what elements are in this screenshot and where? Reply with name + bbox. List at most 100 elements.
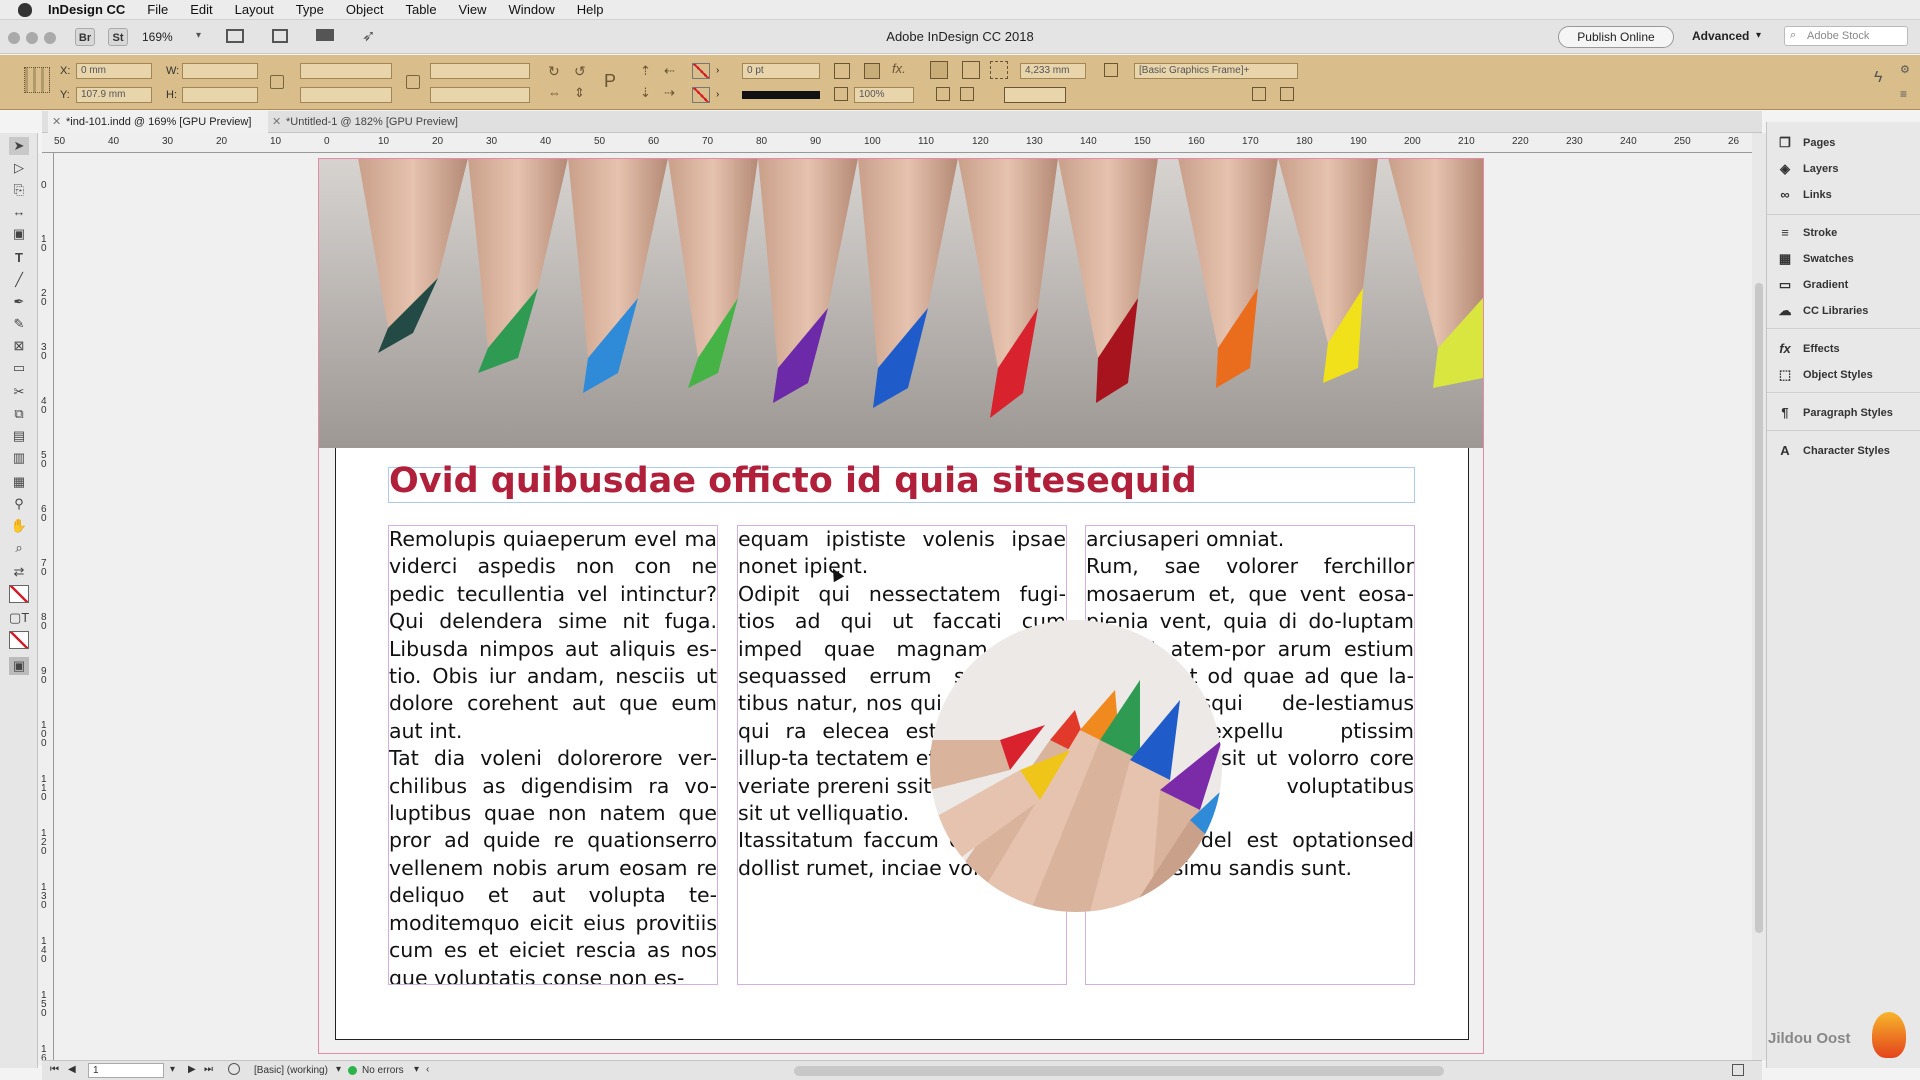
rotation-field[interactable] xyxy=(430,63,530,79)
swap-fill-stroke-icon[interactable]: ⇄ xyxy=(9,563,29,581)
stroke-swatch-icon[interactable] xyxy=(692,87,710,103)
y-field[interactable]: 107.9 mm xyxy=(76,87,152,103)
menu-table[interactable]: Table xyxy=(405,2,436,17)
preflight-profile[interactable]: [Basic] (working) xyxy=(254,1065,328,1076)
apple-icon[interactable] xyxy=(18,2,32,17)
selection-tool-icon[interactable]: ➤ xyxy=(9,137,29,155)
panel-paragraph-styles[interactable]: ¶ Paragraph Styles xyxy=(1777,402,1893,424)
preflight-status[interactable]: No errors xyxy=(362,1065,404,1076)
opacity-field[interactable]: 100% xyxy=(854,87,914,103)
headline[interactable]: Ovid quibusdae officto id quia sitesequi… xyxy=(389,461,1197,501)
select-content-icon[interactable]: ⇣ xyxy=(640,85,651,101)
hand-tool-icon[interactable]: ✋ xyxy=(9,517,29,535)
pencil-tool-icon[interactable]: ✎ xyxy=(9,315,29,333)
menu-window[interactable]: Window xyxy=(509,2,555,17)
zoom-tool-icon[interactable]: ⌕ xyxy=(9,539,29,557)
pen-tool-icon[interactable]: ✒ xyxy=(9,293,29,311)
fill-stroke-icon[interactable] xyxy=(9,585,29,603)
hero-image-pencils[interactable] xyxy=(318,158,1483,448)
note-tool-icon[interactable]: ▦ xyxy=(9,473,29,491)
panel-gradient[interactable]: ▭ Gradient xyxy=(1777,274,1848,296)
x-field[interactable]: 0 mm xyxy=(76,63,152,79)
first-page-icon[interactable]: ⏮ xyxy=(50,1064,59,1075)
tab-ind-101[interactable]: ✕ *ind-101.indd @ 169% [GPU Preview] xyxy=(48,111,268,133)
close-tab-icon[interactable]: ✕ xyxy=(52,111,61,133)
fill-dropdown-icon[interactable]: › xyxy=(716,65,719,76)
flip-vertical-icon[interactable]: ⇕ xyxy=(574,85,585,101)
panel-cc-libraries[interactable]: ☁ CC Libraries xyxy=(1777,300,1869,322)
eyedropper-tool-icon[interactable]: ⚲ xyxy=(9,495,29,513)
stroke-dropdown-icon[interactable]: › xyxy=(716,89,719,100)
height-field[interactable] xyxy=(182,87,258,103)
panel-object-styles[interactable]: ⬚ Object Styles xyxy=(1777,364,1873,386)
stroke-type-selector[interactable] xyxy=(742,91,820,99)
object-style-icon[interactable] xyxy=(1104,63,1118,77)
gap-tool-icon[interactable]: ↔ xyxy=(9,203,29,221)
direct-selection-tool-icon[interactable]: ▷ xyxy=(9,159,29,177)
select-container-icon[interactable]: ⇡ xyxy=(640,63,651,79)
menu-edit[interactable]: Edit xyxy=(190,2,212,17)
shear-field[interactable] xyxy=(430,87,530,103)
drop-shadow-icon[interactable] xyxy=(864,63,880,79)
profile-dropdown-icon[interactable]: ▾ xyxy=(336,1064,341,1075)
preflight-dropdown-icon[interactable]: ▾ xyxy=(414,1064,419,1075)
rotate-ccw-icon[interactable]: ↺ xyxy=(574,63,586,80)
apply-none-icon[interactable] xyxy=(9,631,29,649)
menu-file[interactable]: File xyxy=(147,2,168,17)
text-wrap-bounding-icon[interactable] xyxy=(930,61,948,79)
previous-page-icon[interactable]: ◀ xyxy=(68,1064,76,1075)
scroll-thumb[interactable] xyxy=(1755,283,1763,933)
horizontal-scroll-thumb[interactable] xyxy=(794,1066,1444,1076)
page-number-field[interactable]: 1 xyxy=(88,1063,164,1078)
workspace-dropdown-icon[interactable]: ▾ xyxy=(1756,30,1761,41)
vertical-ruler[interactable]: 0 10 20 30 40 50 60 70 80 90 100 110 120 130 140 150 16 xyxy=(38,153,54,1065)
redefine-style-icon[interactable] xyxy=(1280,87,1294,101)
constrain-proportions-icon[interactable] xyxy=(270,75,284,89)
clear-overrides-icon[interactable] xyxy=(1252,87,1266,101)
publish-online-button[interactable]: Publish Online xyxy=(1558,26,1674,48)
flip-horizontal-icon[interactable]: ⇔ xyxy=(548,85,561,100)
auto-fit-icon[interactable] xyxy=(936,87,950,101)
rectangle-frame-tool-icon[interactable]: ⊠ xyxy=(9,337,29,355)
panel-effects[interactable]: fx Effects xyxy=(1777,338,1839,360)
quick-apply-icon[interactable]: ϟ xyxy=(1874,69,1882,87)
fill-swatch-icon[interactable] xyxy=(692,63,710,79)
menu-help[interactable]: Help xyxy=(577,2,604,17)
screen-mode-tool-icon[interactable]: ▣ xyxy=(9,657,29,675)
scale-x-field[interactable] xyxy=(300,63,392,79)
select-next-icon[interactable]: ⇢ xyxy=(664,85,675,101)
adobe-stock-search[interactable]: Adobe Stock xyxy=(1784,26,1908,46)
gradient-feather-tool-icon[interactable]: ▥ xyxy=(9,449,29,467)
frame-fitting-field[interactable] xyxy=(1004,87,1066,103)
vertical-scrollbar[interactable] xyxy=(1752,133,1766,1060)
formatting-affects-container-icon[interactable]: ▢T xyxy=(9,609,29,627)
close-tab-icon[interactable]: ✕ xyxy=(272,111,281,133)
menu-app[interactable]: InDesign CC xyxy=(48,2,125,17)
stroke-weight-field[interactable]: 0 pt xyxy=(742,63,820,79)
width-field[interactable] xyxy=(182,63,258,79)
content-collector-icon[interactable]: ▣ xyxy=(9,225,29,243)
select-previous-icon[interactable]: ⇠ xyxy=(664,63,675,79)
menu-type[interactable]: Type xyxy=(296,2,324,17)
menu-view[interactable]: View xyxy=(459,2,487,17)
scale-y-field[interactable] xyxy=(300,87,392,103)
tab-untitled-1[interactable]: ✕ *Untitled-1 @ 182% [GPU Preview] xyxy=(268,111,488,133)
rectangle-tool-icon[interactable]: ▭ xyxy=(9,359,29,377)
open-document-icon[interactable] xyxy=(228,1063,240,1075)
text-wrap-none-icon[interactable] xyxy=(834,63,850,79)
panel-pages[interactable]: ❐ Pages xyxy=(1777,132,1835,154)
fit-frame-icon[interactable] xyxy=(990,61,1008,79)
effects-fx-icon[interactable]: fx. xyxy=(892,61,906,76)
next-page-icon[interactable]: ▶ xyxy=(188,1064,196,1075)
horizontal-ruler[interactable]: 50 40 30 20 10 0 10 20 30 40 50 60 70 80 90 100 110 120 13… xyxy=(42,133,1752,153)
rotate-cw-icon[interactable]: ↻ xyxy=(548,63,560,80)
panel-swatches[interactable]: ▦ Swatches xyxy=(1777,248,1854,270)
panel-stroke[interactable]: ≡ Stroke xyxy=(1777,222,1837,244)
panel-character-styles[interactable]: A Character Styles xyxy=(1777,440,1890,462)
opacity-icon[interactable] xyxy=(834,87,848,101)
line-tool-icon[interactable]: ╱ xyxy=(9,271,29,289)
panel-options-icon[interactable]: ⚙ xyxy=(1900,63,1910,76)
gradient-swatch-tool-icon[interactable]: ▤ xyxy=(9,427,29,445)
offset-field[interactable]: 4,233 mm xyxy=(1020,63,1086,79)
panel-links[interactable]: ∞ Links xyxy=(1777,184,1831,206)
